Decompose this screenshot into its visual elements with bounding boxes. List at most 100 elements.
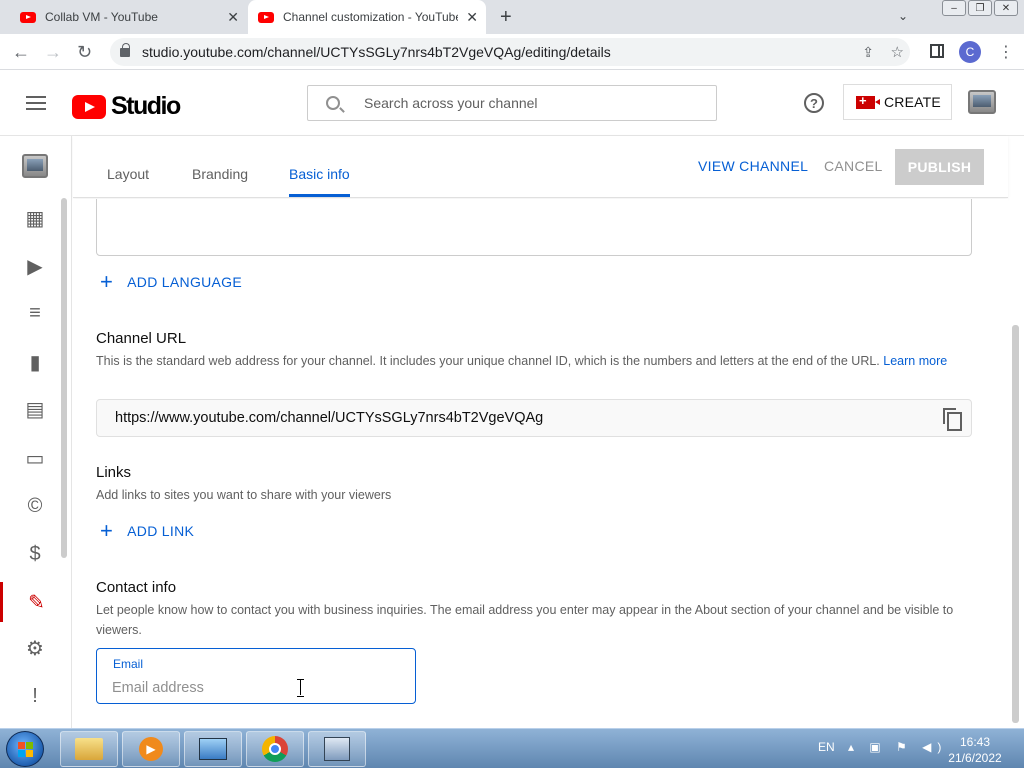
rail-feedback[interactable]: ! xyxy=(0,676,70,716)
control-panel-icon xyxy=(199,738,227,760)
channel-avatar-icon xyxy=(22,154,48,178)
copy-icon[interactable] xyxy=(943,408,962,431)
clock-date: 21/6/2022 xyxy=(948,751,1002,765)
add-language-label: ADD LANGUAGE xyxy=(127,274,243,290)
browser-menu-icon[interactable]: ⋮ xyxy=(998,42,1014,62)
email-field-label: Email xyxy=(113,657,144,671)
language-indicator[interactable]: EN xyxy=(818,740,835,754)
minimize-icon[interactable]: – xyxy=(942,0,966,16)
reload-icon[interactable]: ↻ xyxy=(77,42,92,63)
youtube-favicon-icon xyxy=(20,11,36,23)
channel-url-field: https://www.youtube.com/channel/UCTYsSGL… xyxy=(96,399,972,437)
basic-info-content: + ADD LANGUAGE Channel URL This is the s… xyxy=(73,199,1008,728)
add-language-button[interactable]: + ADD LANGUAGE xyxy=(100,271,242,293)
customization-tabs-bar: Layout Branding Basic info VIEW CHANNEL … xyxy=(73,136,1008,198)
dollar-icon: $ xyxy=(29,542,41,565)
back-arrow-icon[interactable]: ← xyxy=(12,42,30,63)
channel-url-description-text: This is the standard web address for you… xyxy=(96,354,880,368)
media-player-icon: ▶ xyxy=(139,737,163,761)
add-link-label: ADD LINK xyxy=(127,523,195,539)
studio-logo-text: Studio xyxy=(111,92,181,120)
forward-arrow-icon[interactable]: → xyxy=(44,42,62,63)
tab-basic-info[interactable]: Basic info xyxy=(289,166,350,182)
rail-settings[interactable]: ⚙ xyxy=(0,628,70,668)
taskbar-control-panel[interactable] xyxy=(184,731,242,767)
close-tab-icon[interactable]: ✕ xyxy=(227,9,239,26)
rail-copyright[interactable]: © xyxy=(0,486,70,526)
rail-content[interactable]: ▶ xyxy=(0,246,70,286)
browser-tab-title: Channel customization - YouTube Studio xyxy=(283,10,458,24)
text-cursor-icon xyxy=(297,679,304,697)
taskbar-app[interactable] xyxy=(308,731,366,767)
rail-analytics[interactable]: ▮ xyxy=(0,342,70,382)
magic-wand-icon: ✎ xyxy=(28,591,45,614)
rail-comments[interactable]: ▤ xyxy=(0,389,70,429)
tab-layout[interactable]: Layout xyxy=(107,166,149,182)
bookmark-star-icon[interactable]: ☆ xyxy=(891,43,904,61)
browser-tab-title: Collab VM - YouTube xyxy=(45,10,158,24)
browser-tab-strip: Collab VM - YouTube ✕ Channel customizat… xyxy=(0,0,1024,34)
content-scrollbar[interactable] xyxy=(1012,325,1019,723)
rail-subtitles[interactable]: ▭ xyxy=(0,438,70,478)
browser-tab-collab-vm[interactable]: Collab VM - YouTube ✕ xyxy=(12,0,247,34)
start-button[interactable] xyxy=(6,731,44,767)
rail-playlists[interactable]: ≡ xyxy=(0,293,70,333)
help-icon[interactable]: ? xyxy=(804,93,824,113)
analytics-icon: ▮ xyxy=(29,351,41,374)
studio-header: Studio Search across your channel ? CREA… xyxy=(0,70,1024,136)
new-tab-icon[interactable]: + xyxy=(500,6,512,29)
publish-button[interactable]: PUBLISH xyxy=(895,149,984,185)
channel-url-value: https://www.youtube.com/channel/UCTYsSGL… xyxy=(115,410,544,426)
restore-icon[interactable]: ❐ xyxy=(968,0,992,16)
windows-taskbar: ▶ EN ▴ ▣ ⚑ ◀) 16:43 21/6/2022 xyxy=(0,728,1024,768)
browser-tab-channel-customization[interactable]: Channel customization - YouTube Studio ✕ xyxy=(248,0,486,34)
channel-url-description: This is the standard web address for you… xyxy=(96,351,976,371)
view-channel-button[interactable]: VIEW CHANNEL xyxy=(698,158,808,174)
comments-icon: ▤ xyxy=(25,398,45,421)
learn-more-link[interactable]: Learn more xyxy=(883,354,947,368)
add-link-button[interactable]: + ADD LINK xyxy=(100,520,194,542)
search-placeholder: Search across your channel xyxy=(364,95,538,111)
channel-avatar[interactable] xyxy=(968,90,996,114)
address-bar[interactable]: studio.youtube.com/channel/UCTYsSGLy7nrs… xyxy=(110,38,910,66)
taskbar-explorer[interactable] xyxy=(60,731,118,767)
description-field[interactable] xyxy=(96,199,972,256)
hamburger-menu-icon[interactable] xyxy=(26,96,46,110)
create-button-label: CREATE xyxy=(884,94,941,110)
dashboard-icon: ▦ xyxy=(25,207,45,230)
window-controls: – ❐ ✕ xyxy=(942,0,1018,16)
cancel-button[interactable]: CANCEL xyxy=(824,158,883,174)
rail-dashboard[interactable]: ▦ xyxy=(0,198,70,238)
rail-customization[interactable]: ✎ xyxy=(0,582,70,622)
channel-search[interactable]: Search across your channel xyxy=(307,85,717,121)
playlists-icon: ≡ xyxy=(29,301,41,324)
close-tab-icon[interactable]: ✕ xyxy=(466,9,478,26)
create-button[interactable]: CREATE xyxy=(843,84,952,120)
youtube-play-icon xyxy=(72,94,106,119)
lock-icon xyxy=(120,42,130,57)
channel-url-title: Channel URL xyxy=(96,330,187,347)
taskbar-chrome[interactable] xyxy=(246,731,304,767)
email-input[interactable] xyxy=(112,677,402,699)
links-description: Add links to sites you want to share wit… xyxy=(96,488,392,502)
taskbar-media-player[interactable]: ▶ xyxy=(122,731,180,767)
subtitles-icon: ▭ xyxy=(25,447,45,470)
share-icon[interactable]: ⇪ xyxy=(862,44,874,61)
create-video-icon xyxy=(856,93,880,109)
system-tray-icons[interactable]: ▴ ▣ ⚑ ◀) xyxy=(848,740,947,754)
contact-info-description: Let people know how to contact you with … xyxy=(96,603,954,637)
folder-icon xyxy=(75,738,103,760)
window-close-icon[interactable]: ✕ xyxy=(994,0,1018,16)
tab-search-chevron-icon[interactable]: ⌄ xyxy=(898,9,908,23)
profile-avatar[interactable]: C xyxy=(959,41,981,63)
side-panel-icon[interactable] xyxy=(930,44,944,58)
content-icon: ▶ xyxy=(27,255,43,278)
rail-channel-avatar[interactable] xyxy=(0,146,70,186)
tab-branding[interactable]: Branding xyxy=(192,166,248,182)
email-field[interactable]: Email xyxy=(96,648,416,704)
address-bar-url: studio.youtube.com/channel/UCTYsSGLy7nrs… xyxy=(142,44,611,60)
rail-scrollbar[interactable] xyxy=(61,198,67,558)
studio-logo[interactable]: Studio xyxy=(72,92,181,121)
taskbar-clock[interactable]: 16:43 21/6/2022 xyxy=(942,734,1008,766)
rail-earn[interactable]: $ xyxy=(0,534,70,574)
